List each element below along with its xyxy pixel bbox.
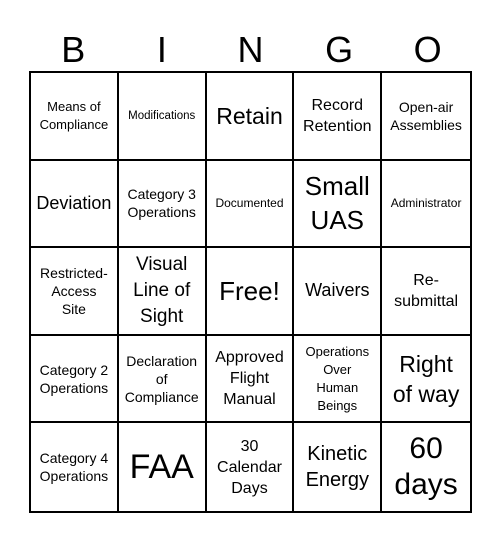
cell-text: Re-submittal — [394, 271, 459, 310]
cell-text: Category 2 Operations — [39, 361, 109, 396]
cell-text: Approved Flight Manual — [215, 349, 284, 409]
cell-text: Operations Over Human Beings — [305, 343, 370, 413]
bingo-cell[interactable]: Category 4 Operations — [31, 423, 119, 511]
cell-text: Documented — [215, 195, 284, 210]
cell-text: Record Retention — [303, 96, 372, 135]
cell-text: Administrator — [390, 195, 462, 210]
bingo-cell[interactable]: Category 3 Operations — [118, 160, 207, 249]
bingo-grid: Means of Compliance Modifications Retain … — [29, 71, 472, 513]
cell-text: Visual Line of Sight — [133, 253, 191, 327]
bingo-cell[interactable]: Means of Compliance — [31, 73, 119, 161]
cell-text: Modifications — [128, 109, 196, 122]
cell-text: Open-air Assemblies — [390, 98, 462, 133]
bingo-cell[interactable]: 30 Calendar Days — [207, 423, 295, 511]
free-space[interactable]: Free! — [206, 248, 295, 336]
cell-text: Small UAS — [304, 171, 370, 236]
bingo-cell[interactable]: Open-air Assemblies — [382, 73, 470, 161]
cell-text: Deviation — [36, 192, 112, 213]
header-letter-i: I — [156, 29, 167, 70]
bingo-cell[interactable]: Category 2 Operations — [31, 335, 119, 424]
bingo-cell[interactable]: Administrator — [382, 161, 470, 249]
cell-text: Declaration of Compliance — [124, 352, 199, 405]
cell-text: Restricted- Access Site — [40, 264, 108, 317]
cell-text: Retain — [216, 102, 283, 129]
bingo-cell[interactable]: Declaration of Compliance — [118, 335, 207, 424]
bingo-cell[interactable]: Right of way — [382, 336, 470, 424]
bingo-cell[interactable]: Small UAS — [294, 160, 383, 249]
bingo-cell[interactable]: Visual Line of Sight — [118, 248, 207, 336]
cell-text: Means of Compliance — [39, 98, 109, 132]
bingo-cell[interactable]: Approved Flight Manual — [206, 335, 295, 424]
cell-text: 60 days — [394, 432, 458, 502]
bingo-cell[interactable]: Deviation — [31, 160, 119, 249]
bingo-cell[interactable]: Record Retention — [294, 73, 383, 161]
bingo-cell[interactable]: Restricted- Access Site — [31, 248, 119, 336]
cell-text: Kinetic Energy — [305, 443, 369, 492]
cell-text: Right of way — [392, 350, 460, 407]
cell-text: Waivers — [305, 280, 370, 301]
bingo-cell[interactable]: Re-submittal — [382, 248, 470, 336]
cell-text: Category 4 Operations — [39, 450, 109, 485]
bingo-cell[interactable]: FAA — [119, 423, 207, 511]
bingo-cell[interactable]: 60 days — [382, 423, 470, 511]
bingo-cell[interactable]: Modifications — [118, 73, 207, 161]
bingo-cell[interactable]: Waivers — [294, 248, 383, 336]
cell-text: 30 Calendar Days — [217, 437, 282, 497]
bingo-cell[interactable]: Retain — [206, 73, 295, 161]
cell-text: Category 3 Operations — [127, 186, 196, 221]
bingo-header: B I N G O — [29, 28, 472, 72]
header-letter-n: N — [237, 29, 264, 70]
header-letter-b: B — [61, 29, 86, 70]
cell-text: FAA — [129, 448, 194, 487]
bingo-cell[interactable]: Operations Over Human Beings — [294, 335, 383, 424]
cell-text: Free! — [219, 275, 280, 306]
bingo-cell[interactable]: Documented — [206, 160, 295, 249]
header-letter-g: G — [325, 29, 354, 70]
header-letter-o: O — [413, 29, 442, 70]
bingo-cell[interactable]: Kinetic Energy — [294, 423, 383, 511]
